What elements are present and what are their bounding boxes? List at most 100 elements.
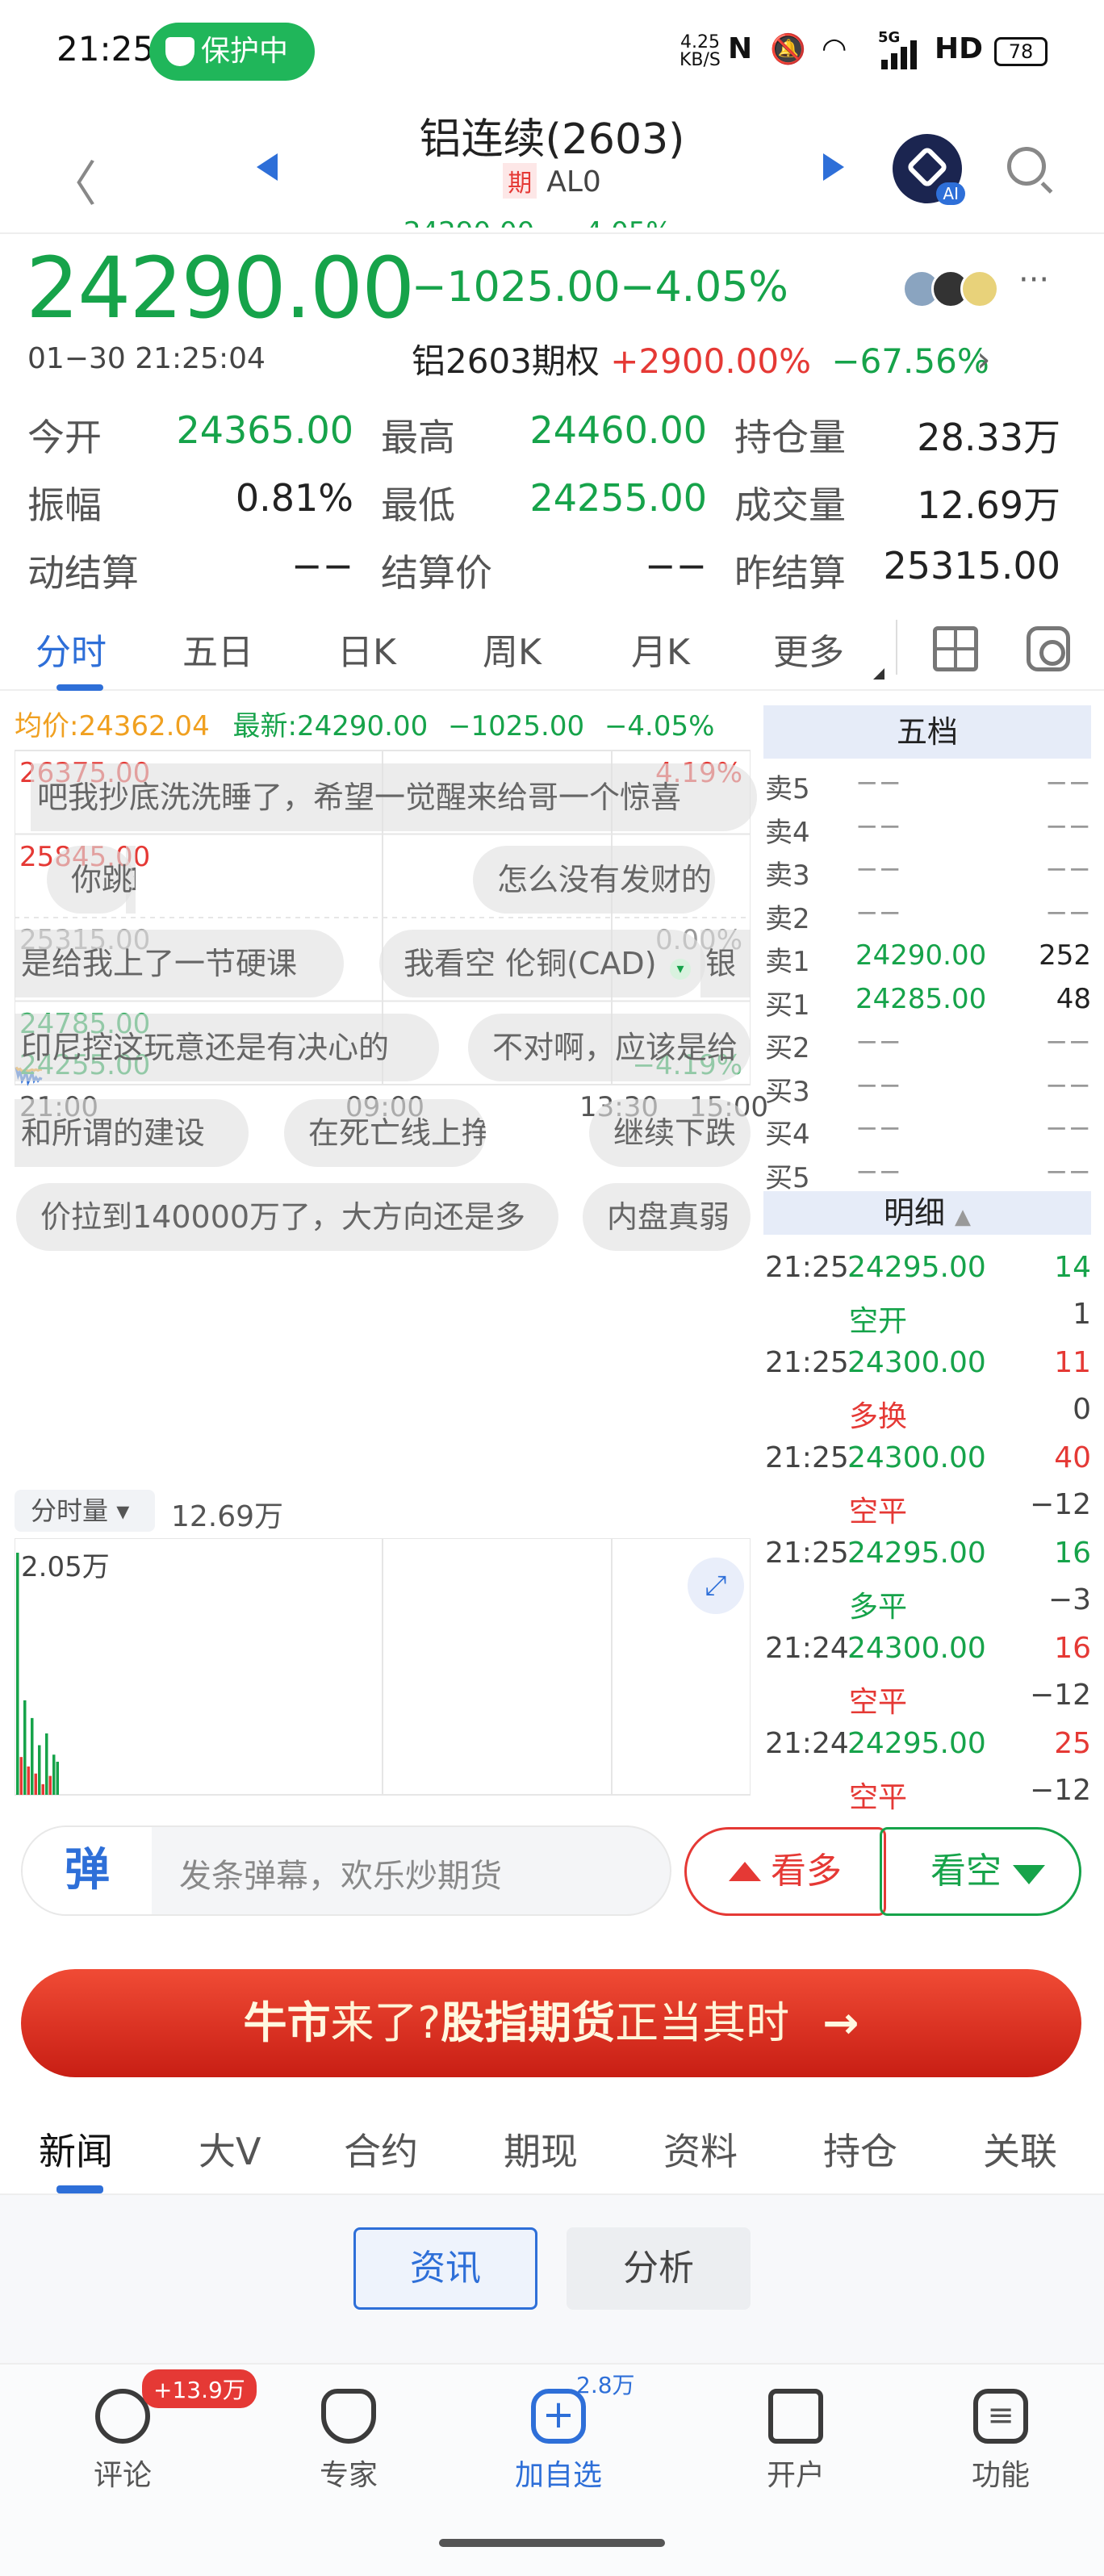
stat-value: 24365.00 [176, 408, 354, 452]
sort-up-icon: ▲ [955, 1205, 972, 1229]
settings-gear-icon[interactable] [1027, 626, 1070, 671]
chevron-right-icon[interactable]: › [976, 339, 991, 380]
trade-type: 多平 [849, 1591, 908, 1624]
intraday-chart[interactable]: 26375.0025845.0025315.0024785.0024255.00… [15, 747, 768, 1445]
danmaku-bubble[interactable]: 吧我抄底洗洗睡了，希望一觉醒来给哥一个惊喜 [31, 763, 757, 831]
contract-subtitle: 期 AL0 [323, 163, 781, 199]
level-price: −− [855, 809, 901, 843]
level-qty: −− [1045, 1026, 1091, 1058]
order-book-title[interactable]: 五档 [763, 705, 1091, 759]
danmaku-bubble[interactable]: 内盘真弱 [583, 1183, 751, 1251]
tab-position[interactable]: 持仓 [823, 2122, 897, 2176]
danmaku-bubble[interactable]: 在死亡线上挣扎 [284, 1099, 486, 1167]
detail-title[interactable]: 明细 ▲ [763, 1191, 1091, 1235]
ai-label: AI [936, 182, 965, 205]
tab-weekly-k[interactable]: 周K [483, 623, 542, 675]
stat-value: 25315.00 [883, 544, 1061, 588]
prev-contract-icon[interactable] [257, 153, 278, 181]
trade-delta: −12 [1030, 1488, 1091, 1521]
nav-expert[interactable]: 专家 [284, 2389, 413, 2494]
volume-selector[interactable]: 分时量 ▾ [15, 1490, 155, 1532]
next-contract-icon[interactable] [823, 153, 844, 181]
order-book-row: 买3 −− −− [763, 1069, 1091, 1113]
danmaku-input-bar[interactable]: 弹 发条弹幕，欢乐炒期货 [21, 1825, 671, 1916]
danmaku-bubble[interactable]: 不对啊，应该是给 [468, 1014, 751, 1081]
danmaku-bubble[interactable]: 银 [700, 930, 751, 997]
tab-monthly-k[interactable]: 月K [631, 623, 690, 675]
level-label: 卖4 [765, 816, 810, 849]
stat-label: 最高 [381, 416, 455, 459]
stat-value: −− [291, 544, 353, 588]
trade-row: 21:25 24300.00 11 多换 0 [763, 1346, 1091, 1436]
danmaku-bubble[interactable]: 价拉到140000万了，大方向还是多 [16, 1183, 558, 1251]
news-body: 资讯 分析 [0, 2195, 1104, 2363]
tab-related[interactable]: 关联 [983, 2122, 1057, 2176]
danmaku-bubble[interactable]: 印尼控这玩意还是有决心的 [15, 1014, 439, 1081]
layout-grid-icon[interactable] [933, 626, 978, 671]
trade-price: 24300.00 [847, 1632, 986, 1665]
watch-count: 2.8万 [576, 2372, 635, 2398]
danmaku-bubble[interactable]: 是给我上了一节硬课 [15, 930, 344, 997]
nav-add-watch[interactable]: + 加自选 [494, 2389, 623, 2494]
expert-icon [321, 2389, 376, 2444]
volume-bar [38, 1745, 41, 1795]
segment-news-info[interactable]: 资讯 [353, 2227, 537, 2310]
volume-chart [15, 1538, 751, 1796]
danmaku-bubble[interactable]: 我看空 伦铜(CAD) [379, 930, 705, 997]
option-down: −67.56% [831, 341, 989, 381]
trade-time: 21:25 [765, 1251, 849, 1284]
open-account-icon [768, 2389, 823, 2444]
stat-label: 动结算 [27, 551, 139, 595]
trade-type: 空开 [849, 1305, 908, 1338]
more-icon[interactable]: ··· [1018, 261, 1049, 299]
trade-type: 空平 [849, 1686, 908, 1719]
bullish-button[interactable]: 看多 [684, 1827, 886, 1916]
tab-more[interactable]: 更多 [773, 623, 844, 675]
level-price: 24290.00 [855, 939, 987, 972]
danmaku-toggle-button[interactable]: 弹 [23, 1827, 152, 1914]
comment-count-badge: +13.9万 [142, 2369, 257, 2408]
danmaku-input[interactable]: 发条弹幕，欢乐炒期货 [179, 1850, 502, 1896]
volume-bar [19, 1757, 23, 1795]
tab-spot[interactable]: 期现 [504, 2122, 578, 2176]
nav-functions[interactable]: ≡ 功能 [936, 2389, 1065, 2494]
nav-open-account[interactable]: 开户 [731, 2389, 860, 2494]
promo-banner[interactable]: 牛市来了?股指期货正当其时 → [21, 1969, 1081, 2077]
level-label: 买2 [765, 1032, 810, 1064]
trade-row: 21:25 24295.00 14 空开 1 [763, 1251, 1091, 1341]
level-price: 24285.00 [855, 982, 987, 1015]
stat-label: 昨结算 [734, 551, 846, 595]
order-book: 五档 卖5 −− −− 卖4 −− −− 卖3 −− −− 卖2 −− −− 卖1 24290.00 252… [763, 705, 1091, 1814]
tab-info[interactable]: 资料 [663, 2122, 738, 2176]
order-book-row: 买2 −− −− [763, 1026, 1091, 1069]
level-label: 买3 [765, 1075, 810, 1108]
tab-bigv[interactable]: 大V [199, 2122, 261, 2176]
arrow-right-icon: → [822, 1997, 859, 2048]
trade-price: 24295.00 [847, 1537, 986, 1570]
option-link[interactable]: 铝2603期权 +2900.00% −67.56% [412, 334, 989, 383]
danmaku-bubble[interactable]: 你跳个锤子？你涨了吗？ [47, 846, 134, 914]
tab-news[interactable]: 新闻 [39, 2122, 113, 2176]
protection-badge[interactable]: 保护中 [149, 23, 315, 81]
tab-daily-k[interactable]: 日K [337, 623, 396, 675]
tab-five-day[interactable]: 五日 [182, 623, 253, 675]
back-icon[interactable]: 〈 [48, 145, 97, 215]
tab-contract[interactable]: 合约 [344, 2122, 418, 2176]
home-indicator[interactable] [439, 2539, 665, 2547]
search-icon[interactable] [1007, 147, 1046, 186]
bearish-button[interactable]: 看空 [880, 1827, 1081, 1916]
stat-label: 今开 [27, 416, 102, 459]
ai-logo-icon [905, 145, 949, 189]
price-change-pct: −4.05% [620, 263, 788, 312]
signal-icon [880, 40, 918, 77]
ai-assistant-button[interactable]: AI [893, 134, 965, 205]
tab-intraday[interactable]: 分时 [36, 623, 107, 675]
segment-analysis[interactable]: 分析 [567, 2227, 751, 2310]
danmaku-bubble[interactable]: 怎么没有发财的 [473, 846, 715, 914]
stat-label: 成交量 [734, 483, 846, 527]
danmaku-bubble[interactable]: 和所谓的建设 [15, 1099, 249, 1167]
volume-bar [48, 1775, 52, 1795]
danmaku-bubble[interactable]: 继续下跌 [589, 1099, 751, 1167]
volume-bar [45, 1733, 48, 1795]
trade-qty: 11 [1054, 1346, 1091, 1379]
